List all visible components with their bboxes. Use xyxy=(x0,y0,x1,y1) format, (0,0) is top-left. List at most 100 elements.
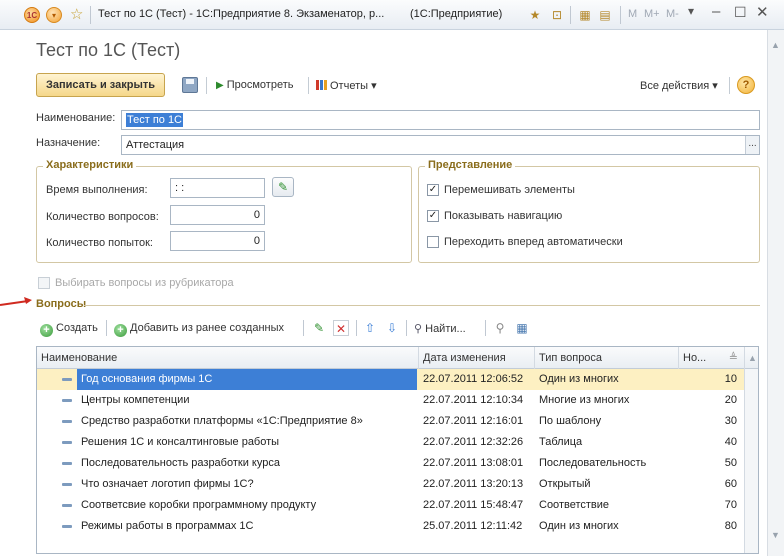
page-scrollbar[interactable]: ▲ ▼ xyxy=(767,30,784,556)
question-type-cell: Один из многих xyxy=(539,373,619,385)
question-number-cell: 20 xyxy=(724,394,737,406)
favorites-add-icon[interactable]: ★ xyxy=(528,8,542,22)
question-date-cell: 22.07.2011 12:06:52 xyxy=(423,373,524,385)
question-number-cell: 70 xyxy=(724,499,737,511)
questions-table: Наименование Дата изменения Тип вопроса … xyxy=(36,346,759,554)
question-type-cell: По шаблону xyxy=(539,415,602,427)
chevron-down-icon: ▾ xyxy=(709,80,718,92)
edit-icon[interactable]: ✎ xyxy=(311,320,327,336)
toolbar-separator xyxy=(729,77,730,94)
memory-minus-button[interactable]: M- xyxy=(666,8,679,20)
table-row[interactable]: Режимы работы в программах 1С 25.07.2011 … xyxy=(37,516,745,537)
shuffle-checkbox[interactable]: ✓ xyxy=(427,184,439,196)
attempts-count-field[interactable]: 0 xyxy=(170,231,265,251)
all-actions-button[interactable]: Все действия ▾ xyxy=(640,79,718,92)
auto-advance-checkbox[interactable] xyxy=(427,236,439,248)
navigation-checkbox[interactable]: ✓ xyxy=(427,210,439,222)
question-type-cell: Последовательность xyxy=(539,457,647,469)
list-settings-icon[interactable]: ▦ xyxy=(514,320,530,336)
name-label: Наименование: xyxy=(36,112,116,124)
question-item-icon xyxy=(62,483,72,486)
minimize-icon[interactable]: – xyxy=(712,3,720,20)
save-icon[interactable] xyxy=(182,77,198,93)
table-row[interactable]: Соответсвие коробки программному продукт… xyxy=(37,495,745,516)
find-label: Найти... xyxy=(425,323,466,335)
app-logo-icon[interactable]: 1C xyxy=(24,7,40,23)
create-button[interactable]: + Создать xyxy=(40,322,98,337)
add-icon: + xyxy=(40,324,53,337)
scroll-up-icon[interactable]: ▲ xyxy=(771,40,780,50)
table-header: Наименование Дата изменения Тип вопроса … xyxy=(37,347,758,369)
section-divider xyxy=(84,305,760,306)
question-number-cell: 50 xyxy=(724,457,737,469)
move-down-icon[interactable]: ⇩ xyxy=(384,320,400,336)
scroll-up-icon[interactable]: ▲ xyxy=(745,347,758,369)
calendar-icon[interactable]: ▤ xyxy=(598,8,612,22)
duration-label: Время выполнения: xyxy=(46,184,148,196)
question-name-cell: Последовательность разработки курса xyxy=(81,457,280,469)
characteristics-title: Характеристики xyxy=(43,159,137,171)
memory-plus-button[interactable]: M+ xyxy=(644,8,660,20)
add-existing-button[interactable]: + Добавить из ранее созданных xyxy=(114,322,284,337)
all-actions-label: Все действия xyxy=(640,80,710,92)
form-title: Тест по 1С (Тест) xyxy=(36,40,181,60)
select-button[interactable]: ... xyxy=(745,136,759,154)
cancel-search-icon[interactable]: ⚲ xyxy=(492,320,508,336)
titlebar-separator xyxy=(90,6,91,24)
toolbar-separator xyxy=(356,320,357,336)
toolbar-separator xyxy=(308,77,309,94)
navigation-label: Показывать навигацию xyxy=(444,210,563,222)
toolbar-separator xyxy=(303,320,304,336)
save-and-close-button[interactable]: Записать и закрыть xyxy=(36,73,166,97)
close-icon[interactable]: ✕ xyxy=(756,3,769,21)
reports-chart-icon xyxy=(316,80,327,90)
column-header-name[interactable]: Наименование xyxy=(37,347,419,369)
toolbar-separator xyxy=(206,77,207,94)
column-header-number[interactable]: Но... ≜ xyxy=(679,347,745,369)
duration-field[interactable]: : : xyxy=(170,178,265,198)
question-number-cell: 60 xyxy=(724,478,737,490)
question-number-cell: 80 xyxy=(724,520,737,532)
question-name-cell: Что означает логотип фирмы 1С? xyxy=(81,478,254,490)
column-header-date[interactable]: Дата изменения xyxy=(419,347,535,369)
question-item-icon xyxy=(62,462,72,465)
window-title: Тест по 1С (Тест) - 1С:Предприятие 8. Эк… xyxy=(98,8,385,20)
attempts-count-label: Количество попыток: xyxy=(46,237,153,249)
purpose-value: Аттестация xyxy=(126,139,185,151)
find-button[interactable]: ⚲ Найти... xyxy=(414,322,466,335)
question-type-cell: Соответствие xyxy=(539,499,610,511)
add-existing-label: Добавить из ранее созданных xyxy=(130,322,285,334)
maximize-icon[interactable]: ☐ xyxy=(734,4,747,21)
links-icon[interactable]: ⊡ xyxy=(550,8,564,22)
scroll-down-icon[interactable]: ▼ xyxy=(771,530,780,540)
create-label: Создать xyxy=(56,322,98,334)
question-date-cell: 25.07.2011 12:11:42 xyxy=(423,520,523,532)
memory-button[interactable]: M xyxy=(628,8,637,20)
edit-duration-button[interactable]: ✎ xyxy=(272,177,294,197)
favorites-star-icon[interactable]: ☆ xyxy=(70,5,83,23)
table-row[interactable]: Год основания фирмы 1С 22.07.2011 12:06:5… xyxy=(37,369,745,390)
question-type-cell: Многие из многих xyxy=(539,394,630,406)
table-row[interactable]: Средство разработки платформы «1С:Предпр… xyxy=(37,411,745,432)
question-item-icon xyxy=(62,525,72,528)
preview-label: Просмотреть xyxy=(226,79,294,91)
preview-button[interactable]: ▶ Просмотреть xyxy=(216,79,293,91)
rubricator-checkbox[interactable] xyxy=(38,277,50,289)
column-header-type[interactable]: Тип вопроса xyxy=(535,347,679,369)
delete-icon[interactable]: ✕ xyxy=(333,320,349,336)
table-row[interactable]: Что означает логотип фирмы 1С? 22.07.2011… xyxy=(37,474,745,495)
question-date-cell: 22.07.2011 12:32:26 xyxy=(423,436,524,448)
calculator-icon[interactable]: ▦ xyxy=(578,8,592,22)
table-scrollbar[interactable] xyxy=(744,369,758,553)
purpose-field[interactable]: Аттестация ... xyxy=(121,135,760,155)
main-menu-icon[interactable]: ▾ xyxy=(46,7,62,23)
table-row[interactable]: Последовательность разработки курса 22.07… xyxy=(37,453,745,474)
move-up-icon[interactable]: ⇧ xyxy=(362,320,378,336)
name-field[interactable]: Тест по 1С xyxy=(121,110,760,130)
questions-count-field[interactable]: 0 xyxy=(170,205,265,225)
table-row[interactable]: Решения 1С и консалтинговые работы 22.07.… xyxy=(37,432,745,453)
help-button[interactable]: ? xyxy=(737,76,755,94)
reports-button[interactable]: Отчеты ▾ xyxy=(316,79,377,92)
table-row[interactable]: Центры компетенции 22.07.2011 12:10:34 Мно… xyxy=(37,390,745,411)
dropdown-icon[interactable]: ▾ xyxy=(688,4,694,18)
